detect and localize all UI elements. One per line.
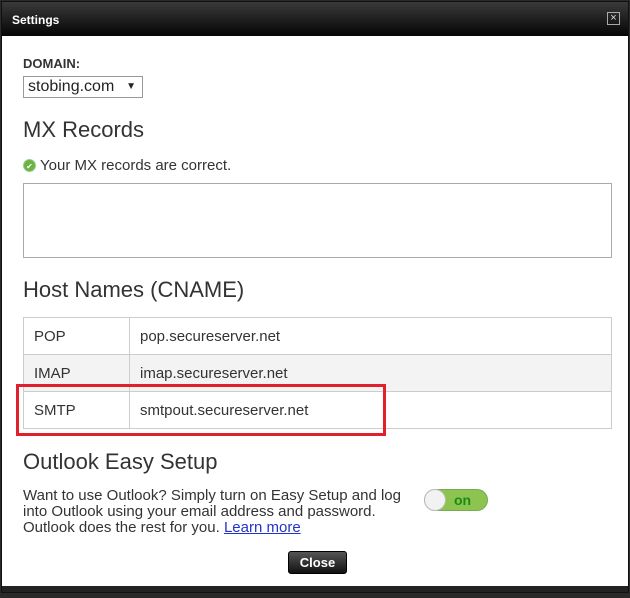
domain-value: stobing.com: [28, 78, 115, 95]
close-button[interactable]: Close: [288, 551, 347, 574]
outlook-description: Want to use Outlook? Simply turn on Easy…: [23, 488, 413, 536]
mx-status: ✔ Your MX records are correct.: [23, 157, 231, 174]
mx-heading: MX Records: [23, 117, 145, 142]
outlook-heading: Outlook Easy Setup: [23, 449, 218, 474]
record-type: POP: [23, 317, 130, 355]
check-icon: ✔: [23, 159, 36, 172]
mx-status-text: Your MX records are correct.: [40, 157, 232, 174]
learn-more-link[interactable]: Learn more: [224, 519, 301, 536]
toggle-label: on: [454, 492, 472, 508]
settings-dialog: Settings × DOMAIN: stobing.com ▼ MX Recor…: [1, 1, 629, 593]
footer-bar: [2, 586, 628, 592]
domain-select[interactable]: stobing.com ▼: [23, 76, 143, 98]
smtp-highlight-box: [16, 384, 386, 436]
dropdown-arrow-icon: ▼: [126, 81, 136, 92]
outlook-text: Want to use Outlook? Simply turn on Easy…: [23, 487, 401, 536]
easy-setup-toggle[interactable]: on: [424, 489, 488, 511]
domain-label: DOMAIN:: [23, 56, 81, 71]
cname-heading: Host Names (CNAME): [23, 277, 245, 302]
toggle-knob: [424, 489, 446, 511]
title-bar: Settings ×: [2, 2, 628, 36]
record-host: pop.secureserver.net: [129, 317, 612, 355]
table-row: POP pop.secureserver.net: [23, 317, 612, 355]
close-icon[interactable]: ×: [607, 12, 620, 25]
mx-records-box[interactable]: [23, 183, 612, 258]
dialog-title: Settings: [12, 13, 60, 27]
